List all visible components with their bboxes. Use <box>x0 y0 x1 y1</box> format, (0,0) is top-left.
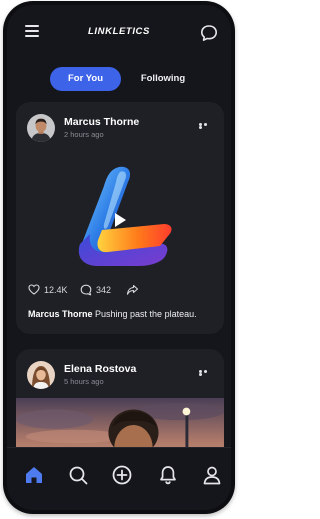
bell-icon[interactable] <box>157 464 179 486</box>
app-title: LINKLETICS <box>88 26 150 37</box>
profile-icon[interactable] <box>201 464 223 486</box>
like-button[interactable]: 12.4K <box>28 284 68 295</box>
more-options-icon[interactable] <box>199 123 213 129</box>
phone-frame: LINKLETICS For You Following Marcus Thor… <box>3 1 235 514</box>
avatar[interactable] <box>27 361 55 389</box>
like-count: 12.4K <box>44 284 68 295</box>
comment-button[interactable]: 342 <box>80 284 111 296</box>
home-icon[interactable] <box>23 464 45 486</box>
post-author[interactable]: Elena Rostova <box>64 363 136 375</box>
bottom-navigation <box>7 447 231 510</box>
comment-icon <box>80 284 92 296</box>
share-icon <box>126 284 139 295</box>
share-button[interactable] <box>126 284 139 296</box>
search-icon[interactable] <box>67 464 89 486</box>
chat-bubble-icon[interactable] <box>200 24 218 42</box>
post-caption: Marcus Thorne Pushing past the plateau. <box>28 309 216 319</box>
post-timestamp: 5 hours ago <box>64 377 104 386</box>
caption-author[interactable]: Marcus Thorne <box>28 309 93 319</box>
feed-tabs: For You Following <box>7 67 231 91</box>
comment-count: 342 <box>96 285 112 295</box>
tab-for-you[interactable]: For You <box>50 67 121 91</box>
post-author[interactable]: Marcus Thorne <box>64 116 139 128</box>
post-timestamp: 2 hours ago <box>64 130 104 139</box>
post-card: Marcus Thorne 2 hours ago 12.4K 342 Marc… <box>16 102 224 334</box>
avatar[interactable] <box>27 114 55 142</box>
play-icon[interactable] <box>107 208 131 232</box>
app-header: LINKLETICS <box>7 5 231 59</box>
caption-text: Pushing past the plateau. <box>92 309 197 319</box>
app-screen: LINKLETICS For You Following Marcus Thor… <box>7 5 231 510</box>
add-icon[interactable] <box>111 464 133 486</box>
heart-icon <box>28 284 40 295</box>
post-stats: 12.4K 342 <box>28 284 212 298</box>
more-options-icon[interactable] <box>199 370 213 376</box>
tab-following[interactable]: Following <box>128 67 198 91</box>
